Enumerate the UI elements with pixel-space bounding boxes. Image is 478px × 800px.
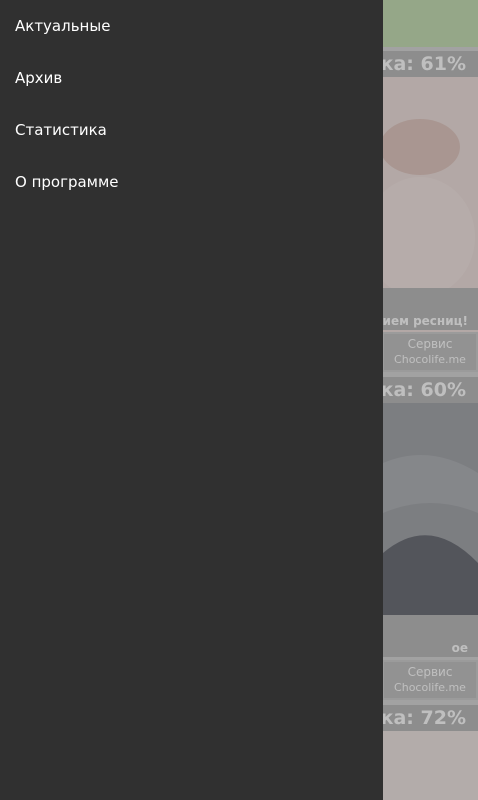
navigation-drawer: Актуальные Архив Статистика О программе [0, 0, 383, 800]
drawer-item-statistics[interactable]: Статистика [0, 104, 383, 156]
drawer-item-archive[interactable]: Архив [0, 52, 383, 104]
drawer-item-about[interactable]: О программе [0, 156, 383, 208]
drawer-item-current[interactable]: Актуальные [0, 0, 383, 52]
app-screen: дка: 61% ием ресниц! Сервис Chocolife.me… [0, 0, 478, 800]
